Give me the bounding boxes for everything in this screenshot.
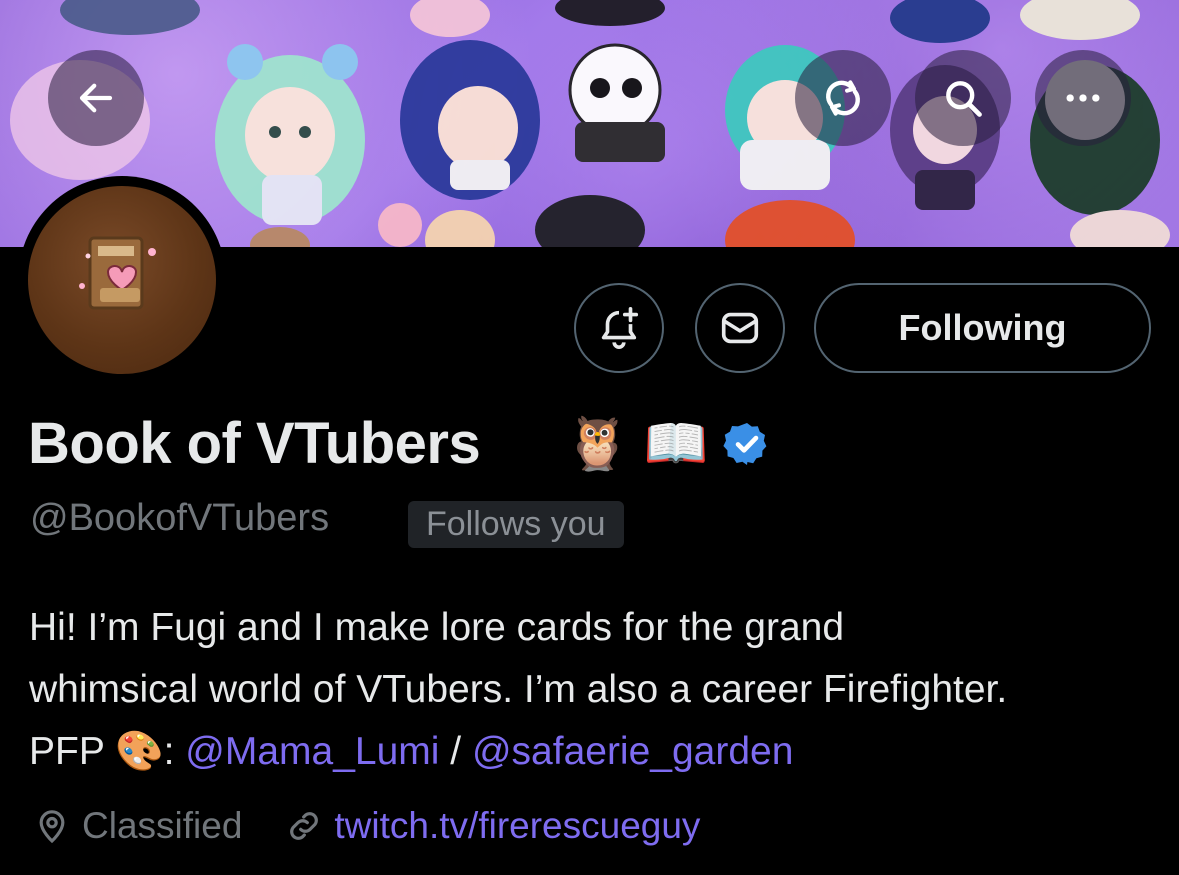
notification-subscribe-button[interactable]	[574, 283, 664, 373]
website-link[interactable]: twitch.tv/firerescueguy	[334, 805, 700, 847]
website-item[interactable]: twitch.tv/firerescueguy	[284, 805, 700, 847]
profile-bio: Hi! I’m Fugi and I make lore cards for t…	[29, 597, 1159, 783]
follows-you-badge: Follows you	[408, 501, 624, 548]
bio-line-1: Hi! I’m Fugi and I make lore cards for t…	[29, 606, 845, 649]
avatar-image	[28, 186, 216, 374]
refresh-icon	[826, 80, 860, 116]
bio-line-2: whimsical world of VTubers. I’m also a c…	[29, 668, 1008, 711]
verified-badge-icon[interactable]	[722, 420, 771, 468]
search-icon	[946, 81, 982, 117]
arrow-left-icon	[79, 83, 113, 113]
refresh-button[interactable]	[795, 50, 891, 146]
search-button[interactable]	[915, 50, 1011, 146]
mail-icon	[721, 312, 759, 344]
display-name: Book of VTubers	[28, 411, 481, 476]
bio-separator: /	[450, 730, 462, 773]
open-book-emoji: 📖	[643, 415, 709, 473]
location-item: Classified	[32, 805, 242, 847]
palette-emoji: 🎨	[115, 730, 164, 773]
bio-pfp-label: PFP	[29, 730, 105, 773]
back-button[interactable]	[48, 50, 144, 146]
location-text: Classified	[82, 805, 243, 846]
username-handle: @BookofVTubers	[30, 497, 330, 539]
bell-plus-icon	[601, 307, 639, 349]
profile-meta: Classified twitch.tv/firerescueguy	[32, 805, 700, 847]
owl-emoji: 🦉	[565, 415, 630, 473]
name-badges: 🦉 📖	[565, 413, 771, 474]
bio-colon: :	[163, 730, 175, 773]
location-pin-icon	[39, 810, 65, 844]
profile-avatar[interactable]	[18, 176, 226, 384]
mention-mama-lumi[interactable]: @Mama_Lumi	[185, 730, 439, 773]
following-button[interactable]: Following	[814, 283, 1151, 373]
book-heart-icon	[79, 236, 156, 310]
message-button[interactable]	[695, 283, 785, 373]
bio-line-3: PFP 🎨: @Mama_Lumi / @safaerie_garden	[29, 721, 1159, 783]
following-label: Following	[898, 307, 1067, 348]
more-horizontal-icon	[1066, 94, 1100, 102]
more-button[interactable]	[1035, 50, 1131, 146]
link-icon	[290, 812, 319, 840]
mention-safaerie-garden[interactable]: @safaerie_garden	[472, 730, 793, 773]
